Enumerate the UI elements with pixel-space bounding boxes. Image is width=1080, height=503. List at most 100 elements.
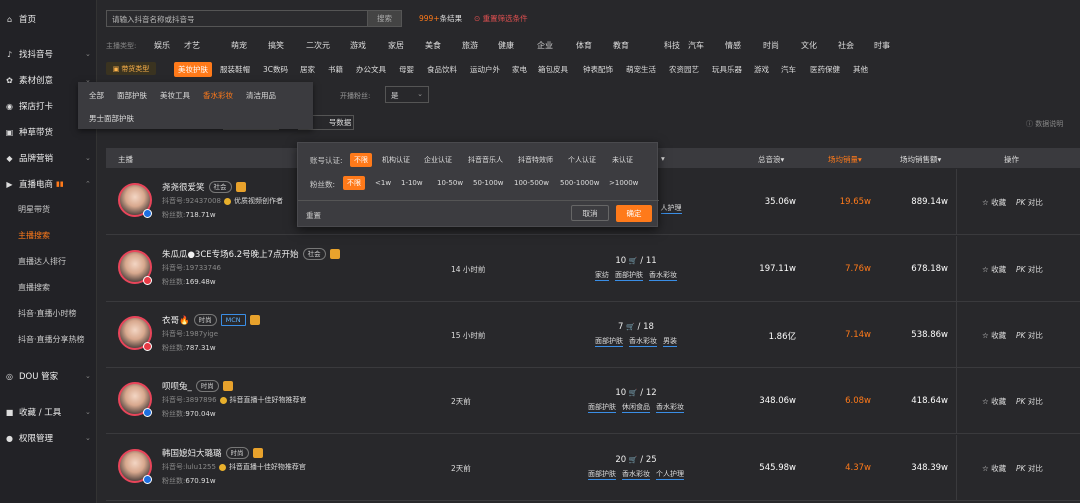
- anchor-nickname[interactable]: 韩国媳妇大璐璐 时尚: [162, 447, 263, 459]
- sidebar-subitem-share-rank[interactable]: 抖音·直播分享热榜: [18, 334, 85, 345]
- sidebar-subitem-anchor-search[interactable]: 主播搜索: [18, 230, 50, 241]
- anchor-type-item[interactable]: 搞笑: [268, 40, 284, 51]
- goods-category-tag[interactable]: 面部护肤: [588, 469, 616, 480]
- cert-option[interactable]: 抖音特效师: [518, 155, 553, 165]
- anchor-type-item[interactable]: 文化: [801, 40, 817, 51]
- goods-type-item[interactable]: 医药保健: [810, 64, 840, 75]
- header-avg-sales[interactable]: 场均销量▾: [828, 154, 862, 165]
- table-row[interactable]: 朱瓜瓜●3CE专场6.2号晚上7点开始 社会 抖音号:19733746 粉丝数:169…: [106, 236, 1080, 302]
- cert-option[interactable]: 抖音音乐人: [468, 155, 503, 165]
- anchor-type-item[interactable]: 健康: [498, 40, 514, 51]
- fans-option[interactable]: 100-500w: [514, 179, 549, 187]
- goods-type-item[interactable]: 萌宠生活: [626, 64, 656, 75]
- cert-option[interactable]: 未认证: [612, 155, 633, 165]
- pk-compare-button[interactable]: PK 对比: [1016, 463, 1043, 474]
- anchor-type-item[interactable]: 教育: [613, 40, 629, 51]
- anchor-type-item[interactable]: 社会: [838, 40, 854, 51]
- pk-compare-button[interactable]: PK 对比: [1016, 396, 1043, 407]
- fans-option[interactable]: <1w: [375, 179, 391, 187]
- subcat-face-care[interactable]: 面部护肤: [117, 90, 147, 101]
- live-fans-select[interactable]: 是 ⌄: [385, 86, 429, 103]
- goods-type-item[interactable]: 书籍: [328, 64, 343, 75]
- anchor-type-item[interactable]: 旅游: [462, 40, 478, 51]
- cert-option[interactable]: 不限: [350, 153, 372, 167]
- sidebar-item-favorites-tools[interactable]: ■ 收藏 / 工具 ⌄: [5, 406, 91, 419]
- goods-category-tag[interactable]: 家纺: [595, 270, 609, 281]
- data-explain-link[interactable]: ⓘ 数据说明: [1026, 119, 1063, 129]
- goods-type-item[interactable]: 农资园艺: [669, 64, 699, 75]
- anchor-type-item[interactable]: 游戏: [350, 40, 366, 51]
- goods-type-item[interactable]: 美妆护肤: [174, 62, 212, 77]
- sidebar-item-find-account[interactable]: ♪ 找抖音号 ⌄: [5, 48, 91, 61]
- search-input[interactable]: 请输入抖音名称或抖音号: [106, 10, 368, 27]
- fans-option[interactable]: 1-10w: [401, 179, 423, 187]
- fans-option[interactable]: 500-1000w: [560, 179, 599, 187]
- popover-cancel-button[interactable]: 取消: [571, 205, 609, 221]
- goods-type-item[interactable]: 居家: [300, 64, 315, 75]
- search-button[interactable]: 搜索: [367, 10, 402, 27]
- pk-compare-button[interactable]: PK 对比: [1016, 197, 1043, 208]
- goods-type-item[interactable]: 服装鞋帽: [220, 64, 250, 75]
- goods-type-item[interactable]: 钟表配饰: [583, 64, 613, 75]
- cert-option[interactable]: 个人认证: [568, 155, 596, 165]
- goods-category-tag[interactable]: 面部护肤: [588, 402, 616, 413]
- anchor-type-item[interactable]: 娱乐: [154, 40, 170, 51]
- fans-option[interactable]: >1000w: [609, 179, 638, 187]
- sidebar-item-dou-manager[interactable]: ◎ DOU 管家 ⌄: [5, 370, 91, 383]
- favorite-button[interactable]: ☆ 收藏: [982, 396, 1006, 407]
- goods-category-tag[interactable]: 面部护肤: [595, 336, 623, 347]
- anchor-type-item[interactable]: 情感: [725, 40, 741, 51]
- popover-reset-button[interactable]: 重置: [306, 210, 321, 221]
- header-sort-arrow[interactable]: ▾: [661, 154, 665, 163]
- table-row[interactable]: 呗呗兔_ 时尚 抖音号:3897896 抖音直播十佳好物推荐官 粉丝数:970.04w 2…: [106, 368, 1080, 434]
- subcat-cleaning[interactable]: 清洁用品: [246, 90, 276, 101]
- anchor-type-item[interactable]: 家居: [388, 40, 404, 51]
- goods-type-item[interactable]: 办公文具: [356, 64, 386, 75]
- goods-type-item[interactable]: 运动户外: [470, 64, 500, 75]
- sidebar-item-store-visit[interactable]: ◉ 探店打卡: [5, 100, 53, 113]
- subcat-men-face-care[interactable]: 男士面部护肤: [89, 113, 134, 124]
- goods-category-tag[interactable]: 香水彩妆: [649, 270, 677, 281]
- goods-type-item[interactable]: 母婴: [399, 64, 414, 75]
- goods-type-item[interactable]: 家电: [512, 64, 527, 75]
- goods-category-tag[interactable]: 面部护肤: [615, 270, 643, 281]
- goods-type-item[interactable]: 玩具乐器: [712, 64, 742, 75]
- reset-filters-link[interactable]: ⊙ 重置筛选条件: [474, 13, 528, 24]
- goods-category-tag[interactable]: 男装: [663, 336, 677, 347]
- goods-type-item[interactable]: 食品饮料: [427, 64, 457, 75]
- subcat-all[interactable]: 全部: [89, 90, 104, 101]
- subcat-perfume-makeup[interactable]: 香水彩妆: [203, 90, 233, 101]
- anchor-type-item[interactable]: 企业: [537, 40, 553, 51]
- anchor-type-item[interactable]: 才艺: [184, 40, 200, 51]
- goods-category-tag[interactable]: 人护理: [660, 203, 682, 214]
- sidebar-subitem-live-ranking[interactable]: 直播达人排行: [18, 256, 66, 267]
- fans-option[interactable]: 10-50w: [437, 179, 463, 187]
- anchor-nickname[interactable]: 尧尧很爱笑 社会: [162, 181, 246, 193]
- pk-compare-button[interactable]: PK 对比: [1016, 330, 1043, 341]
- goods-category-tag[interactable]: 香水彩妆: [622, 469, 650, 480]
- sidebar-item-permissions[interactable]: ● 权限管理 ⌄: [5, 432, 91, 445]
- cert-option[interactable]: 机构认证: [382, 155, 410, 165]
- header-total-yinlang[interactable]: 总音浪▾: [758, 154, 784, 165]
- pk-compare-button[interactable]: PK 对比: [1016, 264, 1043, 275]
- anchor-type-item[interactable]: 体育: [576, 40, 592, 51]
- fans-option[interactable]: 不限: [343, 176, 365, 190]
- goods-type-item[interactable]: 汽车: [781, 64, 796, 75]
- anchor-type-item[interactable]: 科技: [664, 40, 680, 51]
- anchor-type-item[interactable]: 萌宠: [231, 40, 247, 51]
- fans-option[interactable]: 50-100w: [473, 179, 504, 187]
- sidebar-item-live-commerce[interactable]: ▶ 直播电商 ▮▮ ⌃: [5, 178, 90, 191]
- sidebar-item-home[interactable]: ⌂ 首页: [5, 13, 36, 26]
- goods-type-item[interactable]: 3C数码: [263, 64, 288, 75]
- header-avg-amount[interactable]: 场均销售额▾: [900, 154, 941, 165]
- sidebar-item-materials[interactable]: ✿ 素材创意 ⌄: [5, 74, 91, 87]
- anchor-type-item[interactable]: 二次元: [306, 40, 330, 51]
- cert-option[interactable]: 企业认证: [424, 155, 452, 165]
- anchor-type-item[interactable]: 汽车: [688, 40, 704, 51]
- favorite-button[interactable]: ☆ 收藏: [982, 197, 1006, 208]
- sidebar-item-brand[interactable]: ◆ 品牌营销 ⌄: [5, 152, 90, 165]
- popover-confirm-button[interactable]: 确定: [616, 205, 652, 222]
- goods-type-item[interactable]: 其他: [853, 64, 868, 75]
- table-row[interactable]: 衣哥🔥 时尚 MCN 抖音号:1987yige 粉丝数:787.31w 15 小时前 7 🛒…: [106, 302, 1080, 368]
- table-row[interactable]: 韩国媳妇大璐璐 时尚 抖音号:lulu1255 抖音直播十佳好物推荐官 粉丝数:670.…: [106, 435, 1080, 501]
